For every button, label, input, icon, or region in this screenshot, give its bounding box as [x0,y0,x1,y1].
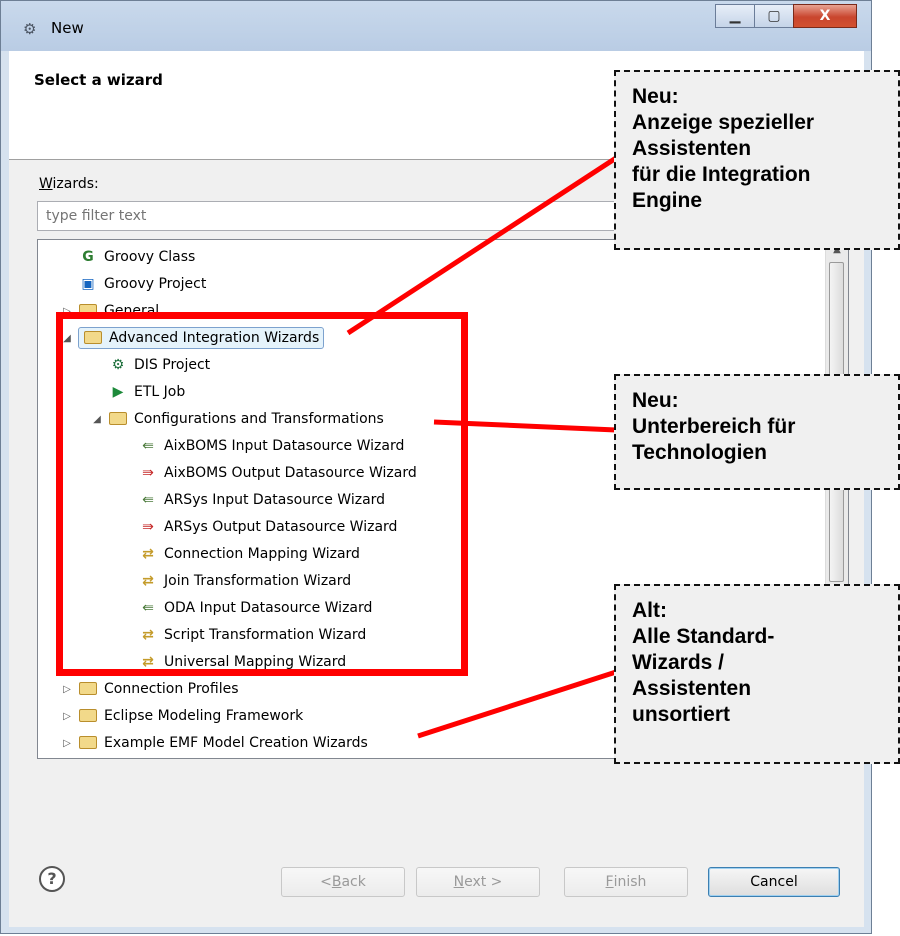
tree-item-join-transformation[interactable]: ⇄ Join Transformation Wizard [120,568,351,594]
mapping-icon: ⇄ [142,627,154,643]
tree-item-groovy-class[interactable]: G Groovy Class [60,244,195,270]
tree-item-oda-input[interactable]: ⇚ ODA Input Datasource Wizard [120,595,372,621]
tree-item-connection-mapping[interactable]: ⇄ Connection Mapping Wizard [120,541,360,567]
collapse-arrow-icon[interactable]: ◢ [60,333,74,344]
tree-item-universal-mapping[interactable]: ⇄ Universal Mapping Wizard [120,649,346,675]
selected-item[interactable]: Advanced Integration Wizards [78,327,325,349]
page-title: Select a wizard [34,71,163,89]
mapping-icon: ⇄ [142,573,154,589]
tree-item-example-emf[interactable]: ▷ Example EMF Model Creation Wizards [60,730,368,756]
back-button[interactable]: < Back [281,867,405,897]
tree-item-dis-project[interactable]: ⚙ DIS Project [90,352,210,378]
window-title: New [51,19,84,37]
output-datasource-icon: ⇛ [142,519,154,535]
folder-icon [78,302,98,320]
expand-arrow-icon[interactable]: ▷ [60,684,74,695]
tree-item-arsys-output[interactable]: ⇛ ARSys Output Datasource Wizard [120,514,397,540]
tree-item-arsys-input[interactable]: ⇚ ARSys Input Datasource Wizard [120,487,385,513]
mapping-icon: ⇄ [142,546,154,562]
finish-button[interactable]: Finish [564,867,688,897]
next-button[interactable]: Next > [416,867,540,897]
groovy-project-icon: ▣ [81,276,95,292]
cancel-button[interactable]: Cancel [708,867,840,897]
eclipse-gear-icon: ⚙ [23,20,37,38]
expand-arrow-icon[interactable]: ▷ [60,711,74,722]
tree-item-aixboms-input[interactable]: ⇚ AixBOMS Input Datasource Wizard [120,433,404,459]
input-datasource-icon: ⇚ [142,492,154,508]
tree-item-script-transformation[interactable]: ⇄ Script Transformation Wizard [120,622,366,648]
help-icon[interactable]: ? [39,866,65,892]
mapping-icon: ⇄ [142,654,154,670]
tree-item-groovy-project[interactable]: ▣ Groovy Project [60,271,206,297]
input-datasource-icon: ⇚ [142,438,154,454]
annotation-new-integration: Neu: Anzeige spezieller Assistenten für … [614,70,900,250]
tree-item-eclipse-modeling-framework[interactable]: ▷ Eclipse Modeling Framework [60,703,303,729]
maximize-icon[interactable]: ▢ [754,4,794,28]
tree-item-connection-profiles[interactable]: ▷ Connection Profiles [60,676,238,702]
folder-icon [78,680,98,698]
tree-item-etl-job[interactable]: ▶ ETL Job [90,379,186,405]
open-folder-icon [108,410,128,428]
collapse-arrow-icon[interactable]: ◢ [90,414,104,425]
close-icon[interactable]: X [793,4,857,28]
folder-icon [78,734,98,752]
expand-arrow-icon[interactable]: ▷ [60,306,74,317]
input-datasource-icon: ⇚ [142,600,154,616]
tree-item-general[interactable]: ▷ General [60,298,159,324]
expand-arrow-icon[interactable]: ▷ [60,738,74,749]
output-datasource-icon: ⇛ [142,465,154,481]
folder-icon [78,707,98,725]
dis-project-icon: ⚙ [111,357,125,373]
etl-job-icon: ▶ [112,384,124,400]
window-controls: ▁ ▢ X [715,4,857,28]
annotation-old-standard: Alt: Alle Standard- Wizards / Assistente… [614,584,900,764]
tree-item-configurations[interactable]: ◢ Configurations and Transformations [90,406,384,432]
tree-item-advanced-integration-wizards[interactable]: ◢ Advanced Integration Wizards [60,325,325,351]
tree-item-aixboms-output[interactable]: ⇛ AixBOMS Output Datasource Wizard [120,460,417,486]
groovy-class-icon: G [82,249,94,265]
open-folder-icon [83,329,103,347]
title-bar[interactable]: ⚙ New ▁ ▢ X [1,1,871,51]
annotation-new-subsection: Neu: Unterbereich für Technologien [614,374,900,490]
minimize-icon[interactable]: ▁ [715,4,755,28]
wizards-label: Wizards: [39,176,99,192]
